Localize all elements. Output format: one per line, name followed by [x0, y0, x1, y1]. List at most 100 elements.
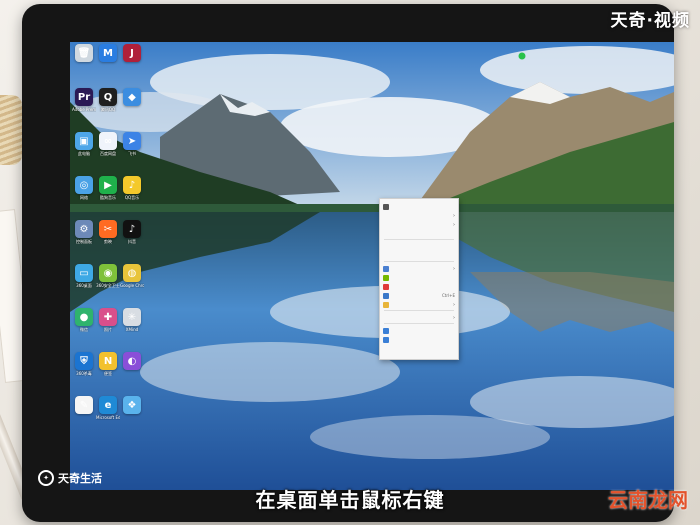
desktop-icon-jianying[interactable]: ✂ 剪映 — [96, 220, 120, 244]
context-menu-separator — [384, 239, 454, 240]
desktop-icon-premiere[interactable]: PrAdobe Premiere — [72, 88, 96, 112]
desktop-icon-edge[interactable]: eMicrosoft Edge — [96, 396, 120, 420]
kugou-icon: ▶ — [99, 176, 117, 194]
monitor-app-icon: ▭ — [75, 264, 93, 282]
desktop-icon-note[interactable]: N 便签 — [96, 352, 120, 376]
desktop-icon-douyin[interactable]: ♪ 抖音 — [120, 220, 144, 244]
desktop-icon-chrome[interactable]: ◍Google Chrome — [120, 264, 144, 288]
context-menu-item[interactable] — [380, 229, 458, 238]
context-menu-item[interactable] — [380, 202, 458, 211]
desktop-icon-label: 360桌面 — [76, 283, 92, 288]
context-menu-item[interactable]: › — [380, 211, 458, 220]
context-menu-item[interactable]: › — [380, 313, 458, 322]
desktop-icon-label: Microsoft Edge — [96, 415, 120, 420]
jianying-icon: ✂ — [99, 220, 117, 238]
desktop-icon-photos[interactable]: ✚ 照片 — [96, 308, 120, 332]
context-menu-item[interactable] — [380, 273, 458, 282]
app-blue-icon: ◆ — [123, 88, 141, 106]
desktop-icon-360[interactable]: ◉ 360安全卫士 — [96, 264, 120, 288]
xmind-icon: ✳ — [123, 308, 141, 326]
watermark-bottom-right: 云南龙网 — [608, 488, 688, 512]
chevron-right-icon: › — [453, 221, 455, 228]
desktop-icon-color-app[interactable]: ◐ — [120, 352, 144, 371]
wechat-icon: ● — [75, 308, 93, 326]
context-menu-item[interactable] — [380, 335, 458, 344]
app-sky-icon: ❖ — [123, 396, 141, 414]
computer-icon: ▣ — [75, 132, 93, 150]
chevron-right-icon: › — [453, 301, 455, 308]
desktop-icon-qq-penguin[interactable]: Q 腾讯QQ — [96, 88, 120, 112]
menu-item-icon — [383, 244, 389, 250]
control-panel-icon: ⚙ — [75, 220, 93, 238]
context-menu-item[interactable]: › — [380, 300, 458, 309]
context-menu-item[interactable] — [380, 326, 458, 335]
pen-app-icon: ✎ — [75, 396, 93, 414]
desktop-icon-computer[interactable]: ▣ 此电脑 — [72, 132, 96, 156]
photos-icon: ✚ — [99, 308, 117, 326]
menu-item-icon — [383, 222, 389, 228]
menu-item-icon — [383, 203, 389, 210]
desktop-icon-label: 酷狗音乐 — [100, 195, 116, 200]
context-menu-item[interactable]: Ctrl+E — [380, 291, 458, 300]
desktop-icon-recycle-bin[interactable]: 🗑 — [72, 44, 96, 63]
desktop-icon-maxthon[interactable]: M — [96, 44, 120, 63]
desktop-icon-wechat[interactable]: ● 微信 — [72, 308, 96, 332]
desktop-icon-shield[interactable]: ⛨ 360杀毒 — [72, 352, 96, 376]
context-menu[interactable]: › › › Ctrl+E › › — [379, 198, 459, 360]
menu-item-shortcut: Ctrl+E — [442, 293, 455, 298]
context-menu-item — [380, 242, 458, 251]
desktop-icon-label: 微信 — [80, 327, 88, 332]
menu-item-icon — [383, 253, 389, 259]
desktop-icon-xmind[interactable]: ✳ XMind — [120, 308, 144, 332]
desktop-icon-app-sky[interactable]: ❖ — [120, 396, 144, 415]
video-subtitle: 在桌面单击鼠标右键 — [255, 488, 445, 512]
qq-penguin-icon: Q — [99, 88, 117, 106]
desktop-icon-label: 控制面板 — [76, 239, 92, 244]
chevron-right-icon: › — [453, 265, 455, 272]
shield-icon: ⛨ — [75, 352, 93, 370]
wheat-decoration — [0, 95, 22, 165]
desktop-icon-label: Google Chrome — [120, 283, 144, 288]
context-menu-item — [380, 251, 458, 260]
network-icon: ◎ — [75, 176, 93, 194]
douyin-icon: ♪ — [123, 220, 141, 238]
desktop-icon-app-blue[interactable]: ◆ — [120, 88, 144, 107]
menu-item-icon — [383, 315, 389, 321]
menu-item-icon — [383, 265, 389, 272]
context-menu-separator — [384, 323, 454, 324]
desktop-icon-qqmusic[interactable]: ♪ QQ音乐 — [120, 176, 144, 200]
menu-item-icon — [383, 274, 389, 281]
desktop-icon-pen-app[interactable]: ✎ — [72, 396, 96, 415]
menu-item-icon — [383, 327, 389, 334]
desktop-icon-label: Adobe Premiere — [72, 107, 96, 112]
watermark-top-right: 天奇·视频 — [610, 11, 690, 31]
note-icon: N — [99, 352, 117, 370]
desktop-icon-label: 百度网盘 — [100, 151, 116, 156]
feishu-icon: ➤ — [123, 132, 141, 150]
desktop-icon-label: 此电脑 — [78, 151, 90, 156]
desktop-screen[interactable]: 🗑MJPrAdobe PremiereQ腾讯QQ◆▣此电脑∞百度网盘➤飞书◎网络… — [70, 42, 674, 490]
menu-item-icon — [383, 213, 389, 219]
desktop-icon-app-red[interactable]: J — [120, 44, 144, 63]
desktop-icon-label: 剪映 — [104, 239, 112, 244]
wallpaper — [70, 42, 674, 490]
desktop-icon-label: 抖音 — [128, 239, 136, 244]
desktop-icon-network[interactable]: ◎ 网络 — [72, 176, 96, 200]
context-menu-item[interactable]: › — [380, 220, 458, 229]
desktop-icon-feishu[interactable]: ➤ 飞书 — [120, 132, 144, 156]
context-menu-item[interactable] — [380, 282, 458, 291]
desktop-icon-kugou[interactable]: ▶ 酷狗音乐 — [96, 176, 120, 200]
menu-item-icon — [383, 292, 389, 299]
context-menu-item[interactable]: › — [380, 264, 458, 273]
desktop-icon-control-panel[interactable]: ⚙ 控制面板 — [72, 220, 96, 244]
recycle-bin-icon: 🗑 — [75, 44, 93, 62]
desktop-icon-label: 照片 — [104, 327, 112, 332]
desktop-icon-monitor-app[interactable]: ▭ 360桌面 — [72, 264, 96, 288]
desktop-icon-label: 腾讯QQ — [100, 107, 116, 112]
desktop-icon-label: 360杀毒 — [76, 371, 92, 376]
desktop-icon-label: QQ音乐 — [124, 195, 140, 200]
context-menu-separator — [384, 261, 454, 262]
qqmusic-icon: ♪ — [123, 176, 141, 194]
desktop-icon-baidu-netdisk[interactable]: ∞ 百度网盘 — [96, 132, 120, 156]
desktop-icon-label: 360安全卫士 — [96, 283, 120, 288]
